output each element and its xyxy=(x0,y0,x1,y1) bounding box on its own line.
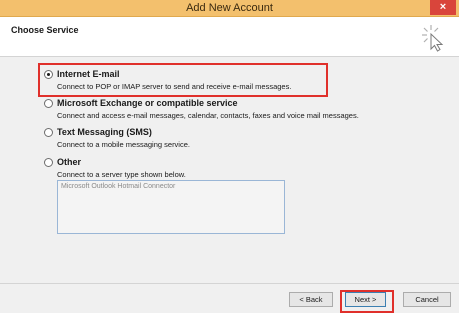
highlight-internet-email xyxy=(38,63,328,97)
option-description: Connect to a mobile messaging service. xyxy=(57,140,190,149)
close-button[interactable]: × xyxy=(430,0,456,15)
other-radio[interactable] xyxy=(44,158,53,167)
option-label: Microsoft Exchange or compatible service xyxy=(57,98,238,108)
cursor-click-icon xyxy=(422,25,444,52)
option-label: Text Messaging (SMS) xyxy=(57,127,152,137)
list-item[interactable]: Microsoft Outlook Hotmail Connector xyxy=(61,183,175,190)
exchange-radio[interactable] xyxy=(44,99,53,108)
option-label: Other xyxy=(57,157,82,167)
cancel-button[interactable]: Cancel xyxy=(403,292,451,307)
wizard-header: Choose Service xyxy=(0,17,459,57)
title-bar: Add New Account × xyxy=(0,0,459,17)
back-button[interactable]: < Back xyxy=(289,292,333,307)
highlight-next-button xyxy=(340,290,394,313)
page-title: Choose Service xyxy=(11,25,79,35)
window-title: Add New Account xyxy=(186,2,273,14)
option-description: Connect to a server type shown below. xyxy=(57,170,186,179)
connector-list[interactable]: Microsoft Outlook Hotmail Connector xyxy=(57,180,285,234)
option-description: Connect and access e-mail messages, cale… xyxy=(57,111,359,120)
sms-radio[interactable] xyxy=(44,128,53,137)
